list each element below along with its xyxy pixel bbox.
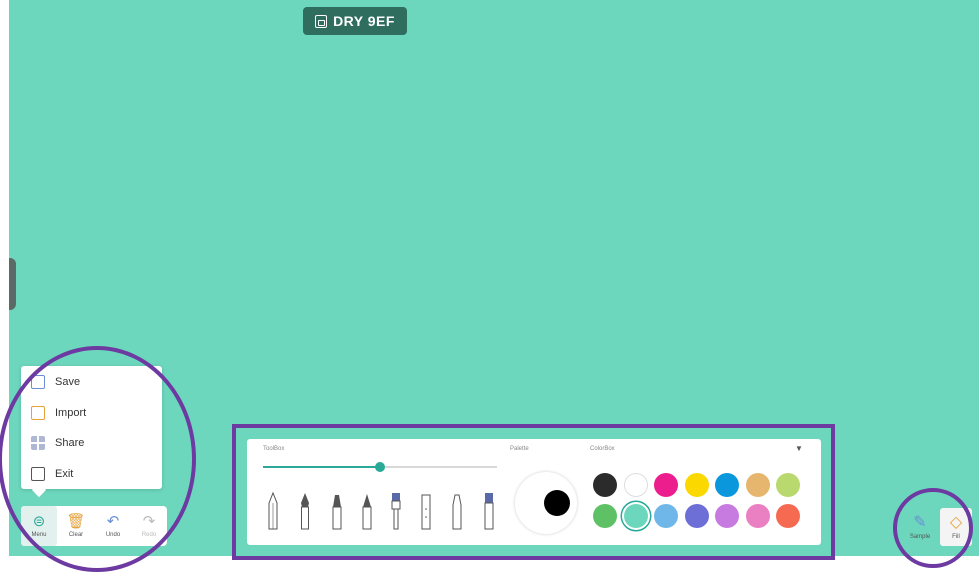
whiteboard-icon bbox=[315, 14, 328, 28]
menu-button[interactable]: ⊜ Menu bbox=[21, 506, 57, 546]
clear-button-label: Clear bbox=[68, 532, 84, 538]
color-swatch[interactable] bbox=[715, 473, 739, 497]
current-color-wheel[interactable] bbox=[515, 472, 577, 534]
stroke-size-slider[interactable] bbox=[263, 462, 497, 472]
redo-icon: ↷ bbox=[142, 513, 156, 530]
marker-icon[interactable] bbox=[331, 491, 343, 531]
color-swatch[interactable] bbox=[776, 504, 800, 528]
redo-button-label: Redo bbox=[141, 532, 157, 538]
clear-button[interactable]: 🗑 Clear bbox=[58, 506, 94, 546]
menu-item-label: Save bbox=[55, 376, 81, 388]
current-color-dot bbox=[544, 490, 570, 516]
toolbox-label: ToolBox bbox=[263, 446, 285, 452]
slider-handle[interactable] bbox=[375, 462, 385, 472]
paint-bucket-icon: ◇ bbox=[949, 513, 963, 531]
side-panel-handle[interactable] bbox=[9, 258, 16, 310]
fill-button-label: Fill bbox=[952, 533, 960, 540]
color-swatch[interactable] bbox=[623, 504, 648, 528]
menu-item-share[interactable]: Share bbox=[31, 431, 84, 455]
save-icon bbox=[31, 375, 45, 389]
brush-icon[interactable] bbox=[390, 491, 402, 531]
color-swatch[interactable] bbox=[745, 504, 770, 528]
undo-button[interactable]: ↶ Undo bbox=[95, 506, 131, 546]
color-swatch[interactable] bbox=[715, 504, 739, 528]
trash-icon: 🗑 bbox=[66, 513, 86, 530]
menu-item-label: Exit bbox=[55, 468, 74, 480]
chevron-down-icon[interactable]: ▼ bbox=[795, 444, 803, 453]
sample-button[interactable]: ✎ Sample bbox=[904, 508, 936, 546]
chalk-icon[interactable] bbox=[420, 491, 432, 531]
slider-fill bbox=[263, 466, 380, 468]
fountain-pen-icon[interactable] bbox=[299, 491, 311, 531]
bottom-toolbar: ⊜ Menu 🗑 Clear ↶ Undo ↷ Redo bbox=[21, 506, 167, 546]
menu-button-label: Menu bbox=[31, 532, 47, 538]
crayon-icon[interactable] bbox=[361, 491, 373, 531]
sample-button-label: Sample bbox=[909, 533, 931, 540]
menu-item-import[interactable]: Import bbox=[31, 401, 86, 425]
share-icon bbox=[31, 436, 45, 450]
menu-icon: ⊜ bbox=[32, 513, 46, 530]
redo-button[interactable]: ↷ Redo bbox=[131, 506, 167, 546]
import-icon bbox=[31, 406, 45, 420]
colorbox-label: ColorBox bbox=[590, 446, 615, 452]
menu-item-label: Import bbox=[55, 407, 87, 419]
color-swatch[interactable] bbox=[776, 473, 800, 497]
color-swatch[interactable] bbox=[654, 504, 678, 528]
menu-item-save[interactable]: Save bbox=[31, 370, 80, 394]
color-swatch[interactable] bbox=[593, 504, 617, 528]
room-code: DRY 9EF bbox=[333, 13, 395, 29]
palette-label: Palette bbox=[510, 446, 529, 452]
highlighter-icon[interactable] bbox=[451, 491, 463, 531]
pencil-icon[interactable] bbox=[267, 491, 279, 531]
color-swatch[interactable] bbox=[593, 473, 617, 497]
undo-icon: ↶ bbox=[106, 513, 120, 530]
undo-button-label: Undo bbox=[105, 532, 121, 538]
menu-item-label: Share bbox=[55, 437, 85, 449]
eyedropper-icon: ✎ bbox=[913, 513, 927, 531]
toolbox-panel: ToolBox Palette ColorBox ▼ bbox=[247, 439, 821, 545]
fill-button[interactable]: ◇ Fill bbox=[940, 508, 972, 546]
color-swatch[interactable] bbox=[684, 473, 709, 497]
menu-popup: Save Import Share Exit bbox=[21, 366, 162, 489]
exit-icon bbox=[31, 467, 45, 481]
color-swatch[interactable] bbox=[654, 473, 678, 497]
menu-item-exit[interactable]: Exit bbox=[31, 462, 73, 486]
room-code-badge: DRY 9EF bbox=[303, 7, 407, 35]
color-swatch[interactable] bbox=[623, 473, 648, 497]
color-swatch[interactable] bbox=[684, 504, 709, 528]
color-swatch[interactable] bbox=[745, 473, 770, 497]
eraser-pen-icon[interactable] bbox=[483, 491, 495, 531]
